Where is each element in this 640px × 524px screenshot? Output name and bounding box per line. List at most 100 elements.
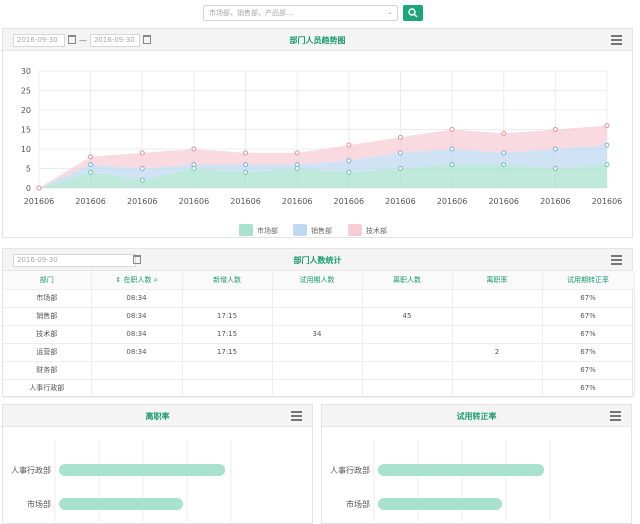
data-point	[139, 150, 145, 156]
search-icon[interactable]: ⌕	[151, 276, 158, 284]
table-cell	[452, 361, 543, 380]
col-header: 试用期转正率	[542, 271, 635, 290]
y-tick-label: 5	[26, 165, 31, 174]
table-cell: 17:15	[182, 343, 273, 362]
data-point	[139, 177, 145, 183]
table-cell	[452, 307, 543, 326]
data-point	[604, 123, 610, 129]
chart-legend: 市场部 销售部 技术部	[3, 224, 632, 238]
department-stats-table: 部门 ⇕ 在职人数 ⌕ 新增人数 试用期人数 离职人数 离职率 试用期转正率 市…	[3, 271, 635, 398]
table-cell: 08:34	[91, 343, 183, 362]
table-cell	[91, 361, 183, 380]
legend-swatch	[293, 224, 307, 236]
data-point	[139, 166, 145, 171]
panel-title: 部门人员趋势图	[289, 36, 346, 45]
data-point	[88, 169, 94, 175]
table-cell	[452, 325, 543, 344]
data-point	[294, 166, 300, 171]
table-cell: 34	[272, 325, 363, 344]
table-row[interactable]: 销售部 08:34 17:15 45 67%	[3, 307, 635, 326]
table-cell	[272, 307, 363, 326]
search-placeholder: 市场部，销售部，产品部...	[209, 9, 293, 17]
table-header-row: 部门 ⇕ 在职人数 ⌕ 新增人数 试用期人数 离职人数 离职率 试用期转正率	[3, 271, 635, 290]
legend-label: 市场部	[257, 227, 278, 235]
table-cell: 67%	[542, 361, 635, 380]
data-point	[552, 166, 558, 171]
table-cell	[272, 343, 363, 362]
menu-icon[interactable]	[611, 255, 622, 265]
col-header: 离职率	[452, 271, 543, 290]
table-row[interactable]: 市场部 08:34 67%	[3, 289, 635, 308]
x-tick-label: 201606	[592, 197, 623, 206]
col-header-label: 在职人数	[123, 275, 152, 284]
table-row[interactable]: 运营部 08:34 17:15 2 67%	[3, 343, 635, 362]
y-tick-label: 30	[21, 67, 31, 76]
data-point	[88, 154, 94, 160]
table-cell: 17:15	[182, 307, 273, 326]
table-cell-department: 市场部	[3, 289, 92, 308]
table-cell	[91, 379, 183, 398]
x-tick-label: 201606	[24, 197, 55, 206]
table-cell	[362, 325, 453, 344]
y-tick-label: 10	[21, 145, 31, 154]
table-cell	[362, 361, 453, 380]
menu-icon[interactable]	[291, 411, 302, 421]
col-header: 试用期人数	[272, 271, 363, 290]
bar	[378, 464, 545, 476]
data-point	[36, 185, 42, 191]
legend-label: 销售部	[311, 227, 332, 235]
data-point	[552, 127, 558, 132]
col-header: 新增人数	[182, 271, 273, 290]
table-cell-department: 销售部	[3, 307, 92, 326]
data-point	[397, 166, 403, 171]
data-point	[397, 134, 403, 140]
y-tick-label: 25	[21, 87, 31, 96]
col-header-sortable[interactable]: ⇕ 在职人数 ⌕	[91, 271, 183, 290]
search-button[interactable]	[403, 5, 423, 21]
table-cell: 08:34	[91, 289, 183, 308]
data-point	[449, 162, 455, 168]
table-cell: 67%	[542, 379, 635, 398]
department-search-select[interactable]: 市场部，销售部，产品部... ⌄	[203, 5, 398, 21]
data-point	[552, 146, 558, 152]
table-cell	[272, 361, 363, 380]
table-row[interactable]: 人事行政部 67%	[3, 379, 635, 398]
table-cell	[452, 379, 543, 398]
table-cell-department: 运营部	[3, 343, 92, 362]
table-cell: 67%	[542, 325, 635, 344]
data-point	[449, 127, 455, 132]
data-point	[346, 142, 352, 148]
table-cell	[452, 289, 543, 308]
chevron-down-icon: ⌄	[387, 8, 393, 16]
table-cell: 08:34	[91, 325, 183, 344]
table-cell: 67%	[542, 307, 635, 326]
table-cell	[362, 289, 453, 308]
turnover-rate-panel: 离职率 人事行政部 市场部	[2, 404, 313, 524]
x-tick-label: 201606	[540, 197, 571, 206]
bar	[59, 464, 226, 476]
data-point	[604, 142, 610, 148]
table-row[interactable]: 财务部 67%	[3, 361, 635, 380]
legend-swatch	[239, 224, 253, 236]
menu-icon[interactable]	[610, 411, 621, 421]
x-tick-label: 201606	[179, 197, 210, 206]
table-cell	[272, 289, 363, 308]
col-header: 部门	[3, 271, 92, 290]
x-tick-label: 201606	[437, 197, 468, 206]
table-row[interactable]: 技术部 08:34 17:15 34 67%	[3, 325, 635, 344]
data-point	[501, 130, 507, 136]
data-point	[449, 146, 455, 152]
table-cell	[182, 289, 273, 308]
table-cell: 67%	[542, 289, 635, 308]
trend-area-chart: 0 5 10 15 20 25 30 201606 201606 201606 201606 2016…	[21, 67, 623, 206]
y-tick-label: 20	[21, 106, 31, 115]
data-point	[294, 162, 300, 168]
data-point	[243, 150, 249, 156]
data-point	[604, 162, 610, 168]
table-cell	[182, 379, 273, 398]
data-point	[243, 162, 249, 168]
y-tick-label: 15	[21, 126, 31, 135]
x-tick-label: 201606	[334, 197, 365, 206]
bar-category-label: 市场部	[27, 499, 51, 509]
menu-icon[interactable]	[611, 35, 622, 45]
